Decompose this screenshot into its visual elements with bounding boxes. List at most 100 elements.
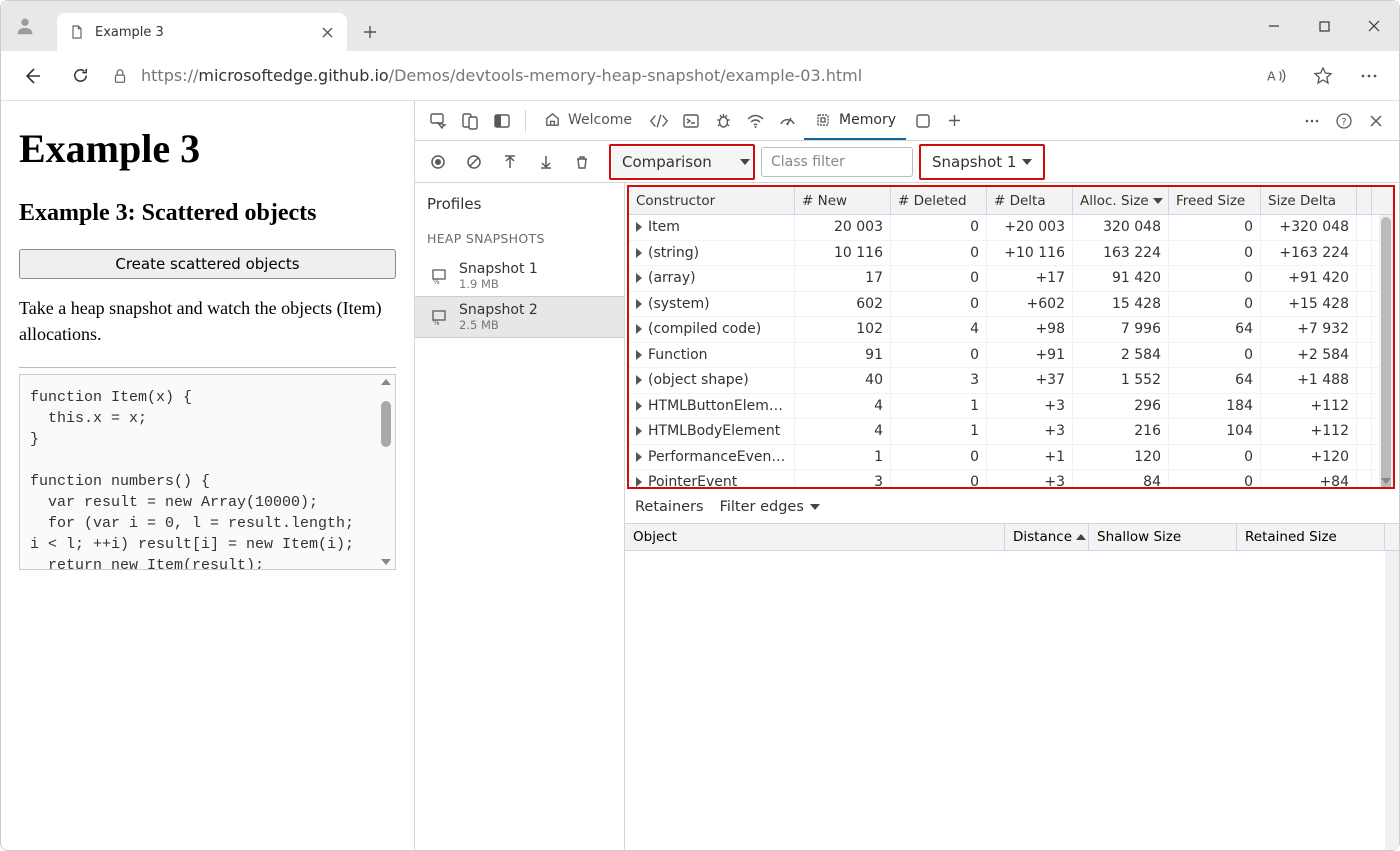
tab-label: Welcome	[568, 112, 632, 128]
col-delta[interactable]: # Delta	[987, 187, 1073, 214]
cell-deleted: 0	[891, 292, 987, 317]
tab-add[interactable]	[940, 106, 970, 136]
cell-sizedelta: +84	[1261, 470, 1357, 487]
baseline-select[interactable]: Snapshot 1	[922, 147, 1042, 177]
profiles-section-label: HEAP SNAPSHOTS	[415, 227, 624, 256]
col-retained-size[interactable]: Retained Size	[1237, 524, 1385, 550]
chevron-down-icon	[810, 504, 820, 510]
cell-alloc: 2 584	[1073, 343, 1169, 368]
devtools-more-button[interactable]	[1297, 106, 1327, 136]
table-row[interactable]: HTMLButtonElem…41+3296184+112	[629, 394, 1393, 420]
code-block[interactable]: function Item(x) { this.x = x; } functio…	[19, 374, 396, 570]
cell-sizedelta: +120	[1261, 445, 1357, 470]
col-object[interactable]: Object	[625, 524, 1005, 550]
scroll-thumb[interactable]	[381, 401, 391, 447]
disclosure-icon	[636, 222, 642, 232]
cell-sizedelta: +112	[1261, 394, 1357, 419]
snapshot-item[interactable]: % Snapshot 2 2.5 MB	[415, 296, 624, 338]
snapshot-item[interactable]: % Snapshot 1 1.9 MB	[415, 256, 624, 296]
filter-edges-select[interactable]: Filter edges	[720, 499, 820, 515]
table-row[interactable]: (string)10 1160+10 116163 2240+163 224	[629, 241, 1393, 267]
class-filter-input[interactable]: Class filter	[761, 147, 913, 177]
record-button[interactable]	[423, 147, 453, 177]
tab-welcome[interactable]: Welcome	[534, 102, 642, 140]
cell-alloc: 320 048	[1073, 215, 1169, 240]
browser-tab[interactable]: Example 3	[57, 13, 347, 51]
scrollbar[interactable]	[1379, 215, 1393, 487]
code-text: function Item(x) { this.x = x; } functio…	[30, 387, 385, 570]
disclosure-icon	[636, 324, 642, 334]
tab-console[interactable]	[676, 106, 706, 136]
page-icon	[69, 24, 85, 40]
tab-close-button[interactable]	[319, 24, 335, 40]
cell-deleted: 0	[891, 470, 987, 487]
maximize-button[interactable]	[1299, 1, 1349, 51]
cell-new: 4	[795, 419, 891, 444]
tab-performance[interactable]	[772, 106, 802, 136]
create-scattered-objects-button[interactable]: Create scattered objects	[19, 249, 396, 279]
menu-button[interactable]	[1353, 60, 1385, 92]
cell-new: 4	[795, 394, 891, 419]
scroll-down-icon	[381, 559, 391, 565]
scrollbar[interactable]	[379, 377, 393, 567]
table-row[interactable]: (system)6020+60215 4280+15 428	[629, 292, 1393, 318]
devtools-close-button[interactable]	[1361, 106, 1391, 136]
disclosure-icon	[636, 375, 642, 385]
page-paragraph: Take a heap snapshot and watch the objec…	[19, 295, 396, 347]
export-button[interactable]	[531, 147, 561, 177]
cell-alloc: 216	[1073, 419, 1169, 444]
arrow-left-icon	[22, 66, 42, 86]
cell-deleted: 1	[891, 394, 987, 419]
url-scheme: https://	[141, 66, 198, 85]
read-aloud-button[interactable]: A	[1261, 60, 1293, 92]
gc-button[interactable]	[567, 147, 597, 177]
table-row[interactable]: HTMLBodyElement41+3216104+112	[629, 419, 1393, 445]
cell-new: 17	[795, 266, 891, 291]
tab-application[interactable]	[908, 106, 938, 136]
scroll-thumb[interactable]	[1381, 217, 1391, 487]
clear-button[interactable]	[459, 147, 489, 177]
cell-delta: +3	[987, 470, 1073, 487]
cell-delta: +3	[987, 419, 1073, 444]
cell-freed: 64	[1169, 317, 1261, 342]
close-button[interactable]	[1349, 1, 1399, 51]
new-tab-button[interactable]	[353, 15, 387, 49]
table-row[interactable]: Function910+912 5840+2 584	[629, 343, 1393, 369]
tab-elements[interactable]	[644, 106, 674, 136]
tab-memory[interactable]: Memory	[804, 102, 906, 140]
more-icon	[1360, 67, 1378, 85]
table-row[interactable]: (object shape)403+371 55264+1 488	[629, 368, 1393, 394]
import-button[interactable]	[495, 147, 525, 177]
table-row[interactable]: Item20 0030+20 003320 0480+320 048	[629, 215, 1393, 241]
snapshot-icon: %	[429, 307, 449, 327]
profile-button[interactable]	[1, 1, 49, 51]
url-bar[interactable]: https://microsoftedge.github.io/Demos/de…	[111, 58, 1247, 94]
col-new[interactable]: # New	[795, 187, 891, 214]
minimize-button[interactable]	[1249, 1, 1299, 51]
col-deleted[interactable]: # Deleted	[891, 187, 987, 214]
tab-sources[interactable]	[708, 106, 738, 136]
col-freed-size[interactable]: Freed Size	[1169, 187, 1261, 214]
col-alloc-size[interactable]: Alloc. Size	[1073, 187, 1169, 214]
device-button[interactable]	[455, 106, 485, 136]
table-row[interactable]: (array)170+1791 4200+91 420	[629, 266, 1393, 292]
table-row[interactable]: PointerEvent30+3840+84	[629, 470, 1393, 487]
table-row[interactable]: PerformanceEven…10+11200+120	[629, 445, 1393, 471]
col-constructor[interactable]: Constructor	[629, 187, 795, 214]
table-row[interactable]: (compiled code)1024+987 99664+7 932	[629, 317, 1393, 343]
back-button[interactable]	[15, 59, 49, 93]
url-path: /Demos/devtools-memory-heap-snapshot/exa…	[389, 66, 863, 85]
view-mode-select[interactable]: Comparison	[612, 147, 752, 177]
refresh-button[interactable]	[63, 59, 97, 93]
devtools-help-button[interactable]: ?	[1329, 106, 1359, 136]
cell-alloc: 7 996	[1073, 317, 1169, 342]
col-size-delta[interactable]: Size Delta	[1261, 187, 1357, 214]
inspect-button[interactable]	[423, 106, 453, 136]
tab-network[interactable]	[740, 106, 770, 136]
col-distance[interactable]: Distance	[1005, 524, 1089, 550]
col-shallow-size[interactable]: Shallow Size	[1089, 524, 1237, 550]
scrollbar[interactable]	[1385, 551, 1399, 851]
chevron-down-icon	[740, 159, 750, 165]
dock-button[interactable]	[487, 106, 517, 136]
favorite-button[interactable]	[1307, 60, 1339, 92]
